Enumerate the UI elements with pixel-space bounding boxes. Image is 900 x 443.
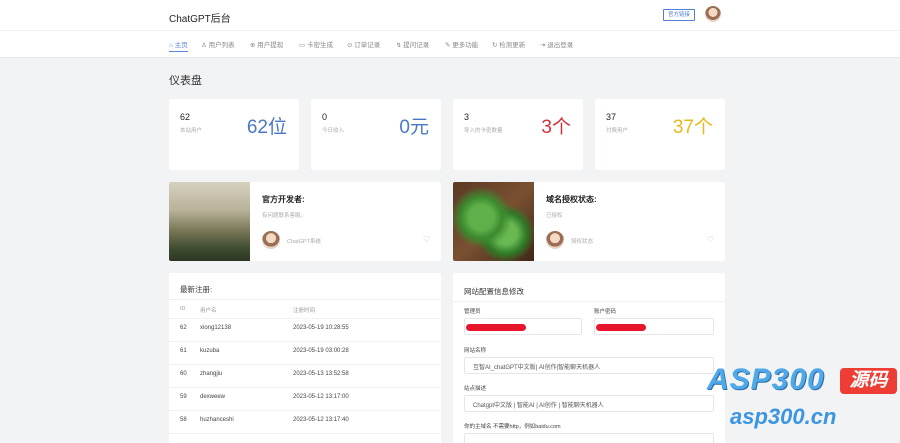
cell-id: 58 bbox=[180, 417, 187, 423]
column-header-username: 用户名 bbox=[200, 308, 217, 314]
cell-id: 62 bbox=[180, 325, 187, 331]
landscape-image bbox=[169, 182, 250, 261]
cell-id: 60 bbox=[180, 371, 187, 377]
heart-icon[interactable]: ♡ bbox=[707, 235, 714, 244]
stat-label: 本站用户 bbox=[180, 128, 203, 134]
user-avatar[interactable] bbox=[705, 6, 721, 22]
stat-value: 3个 bbox=[541, 117, 571, 138]
site-name-value: 互智AI_chatGPT中文版| AI创作|智能聊天机器人 bbox=[473, 365, 601, 371]
developer-card: 官方开发者: 有问题联系客服。 ChatGPT系统 ♡ bbox=[169, 182, 441, 261]
stat-value: 62位 bbox=[246, 117, 287, 138]
stat-card-cards: 3 导入的卡密数量 3个 bbox=[453, 99, 583, 170]
app-title: ChatGPT后台 bbox=[169, 14, 231, 25]
account-password-input[interactable] bbox=[594, 318, 714, 335]
site-desc-value: Chatgpt中文版 | 智能AI | AI创作 | 智能聊天机器人 bbox=[473, 403, 604, 409]
cell-id: 61 bbox=[180, 348, 187, 354]
page-title: 仪表盘 bbox=[169, 75, 202, 87]
table-row: 61 kuzuba 2023-05-19 03:00:28 bbox=[169, 341, 440, 361]
cell-time: 2023-05-19 03:00:28 bbox=[293, 348, 349, 354]
top-bar: ChatGPT后台 官方链接 bbox=[0, 0, 900, 30]
watermark-url: asp300.cn bbox=[730, 404, 837, 429]
site-desc-label: 站点描述 bbox=[464, 386, 487, 392]
panel-title: 网站配置信息修改 bbox=[464, 287, 524, 296]
domain-status: 已授权 bbox=[546, 213, 563, 219]
stat-number: 3 bbox=[464, 112, 470, 122]
developer-subtitle: 有问题联系客服。 bbox=[262, 213, 307, 219]
main-nav: ⌂ 主页 ♙ 用户列表 ⊕ 用户提现 ▭ 卡密生成 ⊙ 订单记录 ↯ 提问记录 … bbox=[0, 30, 900, 58]
stat-number: 37 bbox=[606, 112, 617, 122]
developer-footer: ChatGPT系统 bbox=[287, 239, 321, 245]
stat-card-users: 62 本站用户 62位 bbox=[169, 99, 299, 170]
card-icon: ▭ bbox=[299, 42, 307, 49]
cell-username: xiong12138 bbox=[200, 325, 232, 331]
user-icon: ♙ bbox=[201, 42, 209, 49]
nav-orders[interactable]: ⊙ 订单记录 bbox=[347, 39, 380, 49]
domain-card: 域名授权状态: 已授权 授权状态 ♡ bbox=[453, 182, 725, 261]
nav-users[interactable]: ♙ 用户列表 bbox=[201, 39, 235, 49]
domain-avatar bbox=[546, 231, 564, 249]
stat-label: 导入的卡密数量 bbox=[464, 128, 503, 134]
stat-value: 0元 bbox=[399, 117, 429, 138]
site-desc-input[interactable]: Chatgpt中文版 | 智能AI | AI创作 | 智能聊天机器人 bbox=[464, 395, 714, 412]
cell-time: 2023-05-12 13:17:40 bbox=[293, 417, 349, 423]
domain-footer: 授权状态 bbox=[571, 239, 594, 245]
developer-avatar bbox=[262, 231, 280, 249]
admin-input[interactable] bbox=[464, 318, 582, 335]
table-row: 62 xiong12138 2023-05-19 10:28:55 bbox=[169, 318, 440, 338]
table-row bbox=[169, 433, 440, 443]
cell-time: 2023-05-13 13:52:58 bbox=[293, 371, 349, 377]
official-link-button[interactable]: 官方链接 bbox=[663, 9, 695, 21]
table-row: 60 zhangjiu 2023-05-13 13:52:58 bbox=[169, 364, 440, 384]
table-row: 58 huzhanceshi 2023-05-12 13:17:40 bbox=[169, 410, 440, 430]
nav-home[interactable]: ⌂ 主页 bbox=[169, 39, 188, 52]
stat-card-income: 0 今日收入 0元 bbox=[311, 99, 441, 170]
stat-card-paid: 37 付费用户 37个 bbox=[595, 99, 725, 170]
clover-image bbox=[453, 182, 534, 261]
domain-input[interactable] bbox=[464, 433, 714, 443]
cell-username: zhangjiu bbox=[200, 371, 223, 377]
cell-username: kuzuba bbox=[200, 348, 220, 354]
redacted-mark bbox=[596, 324, 646, 331]
site-name-label: 网站名称 bbox=[464, 348, 487, 354]
column-header-id: ID bbox=[180, 306, 186, 312]
cell-time: 2023-05-19 10:28:55 bbox=[293, 325, 349, 331]
panel-title: 最新注册: bbox=[180, 285, 213, 294]
cell-id: 59 bbox=[180, 394, 187, 400]
divider bbox=[169, 299, 441, 300]
nav-more[interactable]: ✎ 更多功能 bbox=[445, 39, 478, 49]
stat-label: 今日收入 bbox=[322, 128, 345, 134]
heart-icon[interactable]: ♡ bbox=[423, 235, 430, 244]
watermark-tag: 源码 bbox=[840, 368, 897, 394]
cell-time: 2023-05-12 13:17:00 bbox=[293, 394, 349, 400]
account-password-label: 账户密码 bbox=[594, 309, 617, 315]
site-config-panel: 网站配置信息修改 管理员 账户密码 网站名称 互智AI_chatGPT中文版| … bbox=[453, 273, 725, 443]
stat-number: 0 bbox=[322, 112, 328, 122]
domain-label: 你的主域名 不需要http，例如baidu.com bbox=[464, 424, 561, 430]
table-row: 59 dexweew 2023-05-12 13:17:00 bbox=[169, 387, 440, 407]
nav-update[interactable]: ↻ 检测更新 bbox=[492, 39, 525, 49]
stat-number: 62 bbox=[180, 112, 191, 122]
watermark-logo: ASP300 bbox=[707, 363, 825, 396]
column-header-time: 注册时间 bbox=[293, 308, 316, 314]
nav-withdraw[interactable]: ⊕ 用户提现 bbox=[250, 39, 283, 49]
nav-questions[interactable]: ↯ 提问记录 bbox=[396, 39, 429, 49]
cell-username: dexweew bbox=[200, 394, 226, 400]
site-name-input[interactable]: 互智AI_chatGPT中文版| AI创作|智能聊天机器人 bbox=[464, 357, 714, 374]
redacted-mark bbox=[466, 324, 526, 331]
divider bbox=[453, 301, 725, 302]
stat-value: 37个 bbox=[672, 117, 713, 138]
recent-registrations-panel: 最新注册: ID 用户名 注册时间 62 xiong12138 2023-05-… bbox=[169, 273, 441, 443]
stat-label: 付费用户 bbox=[606, 128, 629, 134]
nav-cards[interactable]: ▭ 卡密生成 bbox=[299, 39, 333, 49]
nav-logout[interactable]: ⇥ 退出登录 bbox=[540, 39, 573, 49]
cell-username: huzhanceshi bbox=[200, 417, 234, 423]
admin-label: 管理员 bbox=[464, 309, 481, 315]
developer-title: 官方开发者: bbox=[262, 195, 305, 204]
domain-title: 域名授权状态: bbox=[546, 195, 597, 204]
